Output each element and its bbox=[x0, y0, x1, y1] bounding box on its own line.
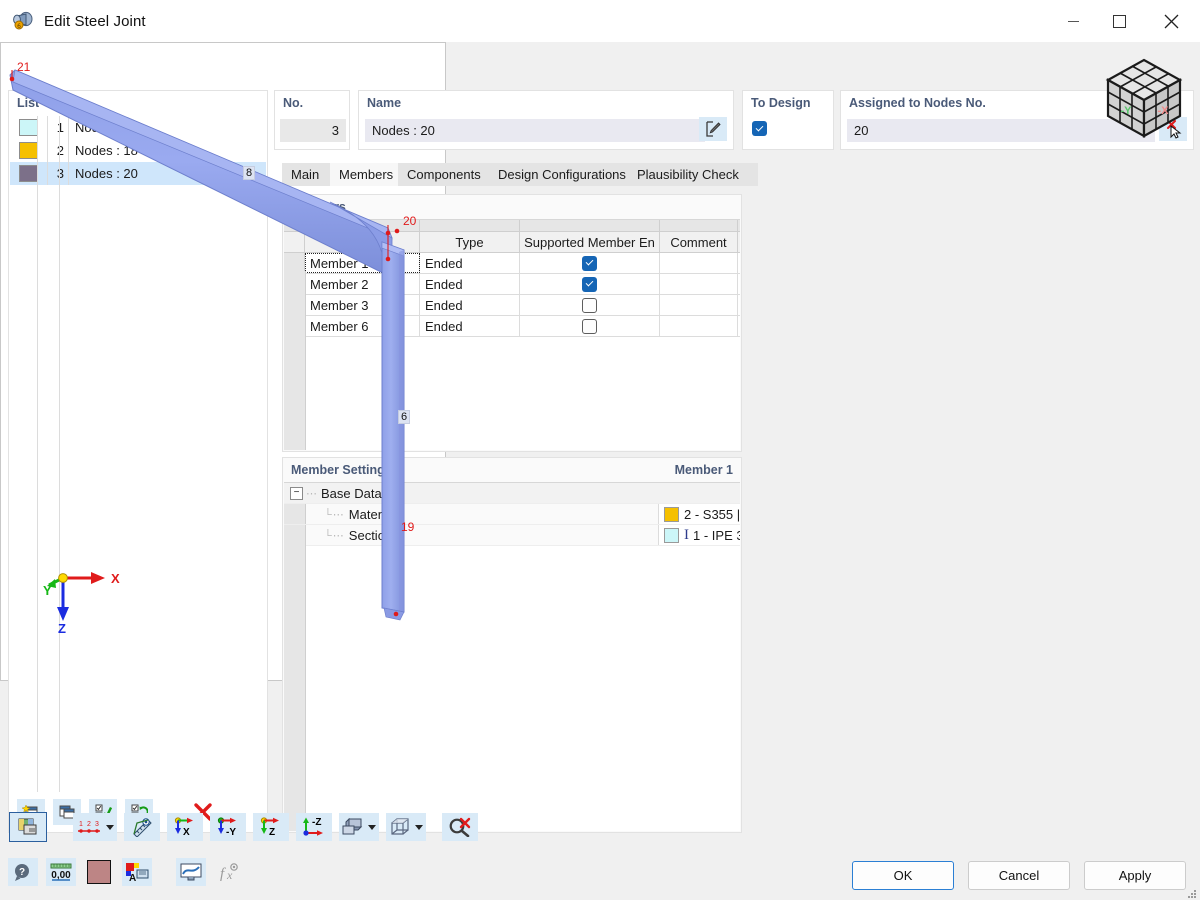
axis-label-z: Z bbox=[58, 621, 66, 633]
chevron-down-icon[interactable] bbox=[368, 824, 376, 830]
svg-text:6: 6 bbox=[17, 23, 21, 30]
view-in-x-button[interactable]: X bbox=[167, 813, 203, 841]
color-swatch bbox=[87, 860, 111, 884]
apply-button[interactable]: Apply bbox=[1084, 861, 1186, 890]
nav-cube-face-right: -X bbox=[1158, 105, 1170, 117]
axis-triad: X Y Z bbox=[43, 563, 143, 636]
window-title: Edit Steel Joint bbox=[44, 12, 146, 30]
svg-text:A: A bbox=[129, 873, 136, 882]
edit-steel-joint-dialog: 6 Edit Steel Joint List 1 Nodes : 21 bbox=[0, 0, 1200, 900]
node-label-19: 19 bbox=[401, 520, 415, 534]
node-label-21: 21 bbox=[17, 60, 31, 74]
axis-label-x: X bbox=[111, 571, 120, 586]
units-button[interactable]: 0,00 bbox=[46, 858, 76, 886]
measure-button[interactable] bbox=[124, 813, 160, 841]
wireframe-model-button[interactable] bbox=[386, 813, 426, 841]
title-bar: 6 Edit Steel Joint bbox=[0, 0, 1200, 43]
bottom-bar: ? 0,00 A f x OK Cancel Apply bbox=[0, 850, 1200, 900]
svg-text:f: f bbox=[220, 866, 226, 882]
color-button[interactable] bbox=[84, 858, 114, 886]
solid-model-button[interactable] bbox=[339, 813, 379, 841]
svg-text:Z: Z bbox=[269, 827, 275, 837]
view-in-z-button[interactable]: Z bbox=[253, 813, 289, 841]
render-mode-button[interactable] bbox=[9, 812, 47, 842]
svg-text:-Y: -Y bbox=[226, 827, 236, 837]
steel-joint-model bbox=[9, 69, 405, 621]
ok-button[interactable]: OK bbox=[852, 861, 954, 890]
svg-text:3: 3 bbox=[95, 821, 99, 828]
resize-grip[interactable] bbox=[1187, 887, 1197, 898]
dialog-body: List 1 Nodes : 21 2 Nodes : 18 bbox=[0, 42, 1200, 850]
minimize-button[interactable] bbox=[1050, 0, 1096, 42]
node-label-20: 20 bbox=[403, 214, 417, 228]
view-in-negative-y-button[interactable]: -Y bbox=[210, 813, 246, 841]
steel-joint-icon: 6 bbox=[12, 10, 34, 32]
svg-text:-Z: -Z bbox=[312, 817, 321, 828]
navigation-cube[interactable]: -Y -X bbox=[1102, 54, 1186, 143]
axis-label-y: Y bbox=[43, 583, 52, 598]
chevron-down-icon[interactable] bbox=[415, 824, 423, 830]
window-controls bbox=[1050, 0, 1200, 42]
svg-text:1: 1 bbox=[79, 821, 83, 828]
formula-button[interactable]: f x bbox=[214, 858, 244, 886]
chevron-down-icon[interactable] bbox=[106, 824, 114, 830]
viewport-toolbar: 1 2 3 X -Y Z -Z bbox=[0, 804, 1200, 850]
numbering-button[interactable]: 1 2 3 bbox=[73, 813, 117, 841]
close-icon[interactable] bbox=[1142, 0, 1200, 42]
display-properties-button[interactable]: A bbox=[122, 858, 152, 886]
bottom-tool-strip: ? 0,00 A f x bbox=[8, 858, 252, 886]
svg-text:?: ? bbox=[19, 867, 25, 878]
svg-text:X: X bbox=[183, 827, 190, 837]
nav-cube-face-left: -Y bbox=[1121, 105, 1133, 117]
isometric-view-button[interactable]: -Z bbox=[296, 813, 332, 841]
member-label-8: 8 bbox=[243, 166, 256, 180]
graphic-print-button[interactable] bbox=[176, 858, 206, 886]
model-canvas[interactable]: 21 20 19 8 6 -Y -X X Y Z bbox=[0, 42, 1200, 804]
dialog-buttons: OK Cancel Apply bbox=[838, 861, 1186, 890]
cancel-button[interactable]: Cancel bbox=[968, 861, 1070, 890]
help-button[interactable]: ? bbox=[8, 858, 38, 886]
svg-text:2: 2 bbox=[87, 821, 91, 828]
maximize-button[interactable] bbox=[1096, 0, 1142, 42]
zoom-reset-button[interactable] bbox=[442, 813, 478, 841]
model-viewport[interactable]: 21 20 19 8 6 -Y -X X Y Z 1 2 3 X -Y Z -Z bbox=[0, 42, 1183, 842]
member-label-6: 6 bbox=[398, 410, 411, 424]
